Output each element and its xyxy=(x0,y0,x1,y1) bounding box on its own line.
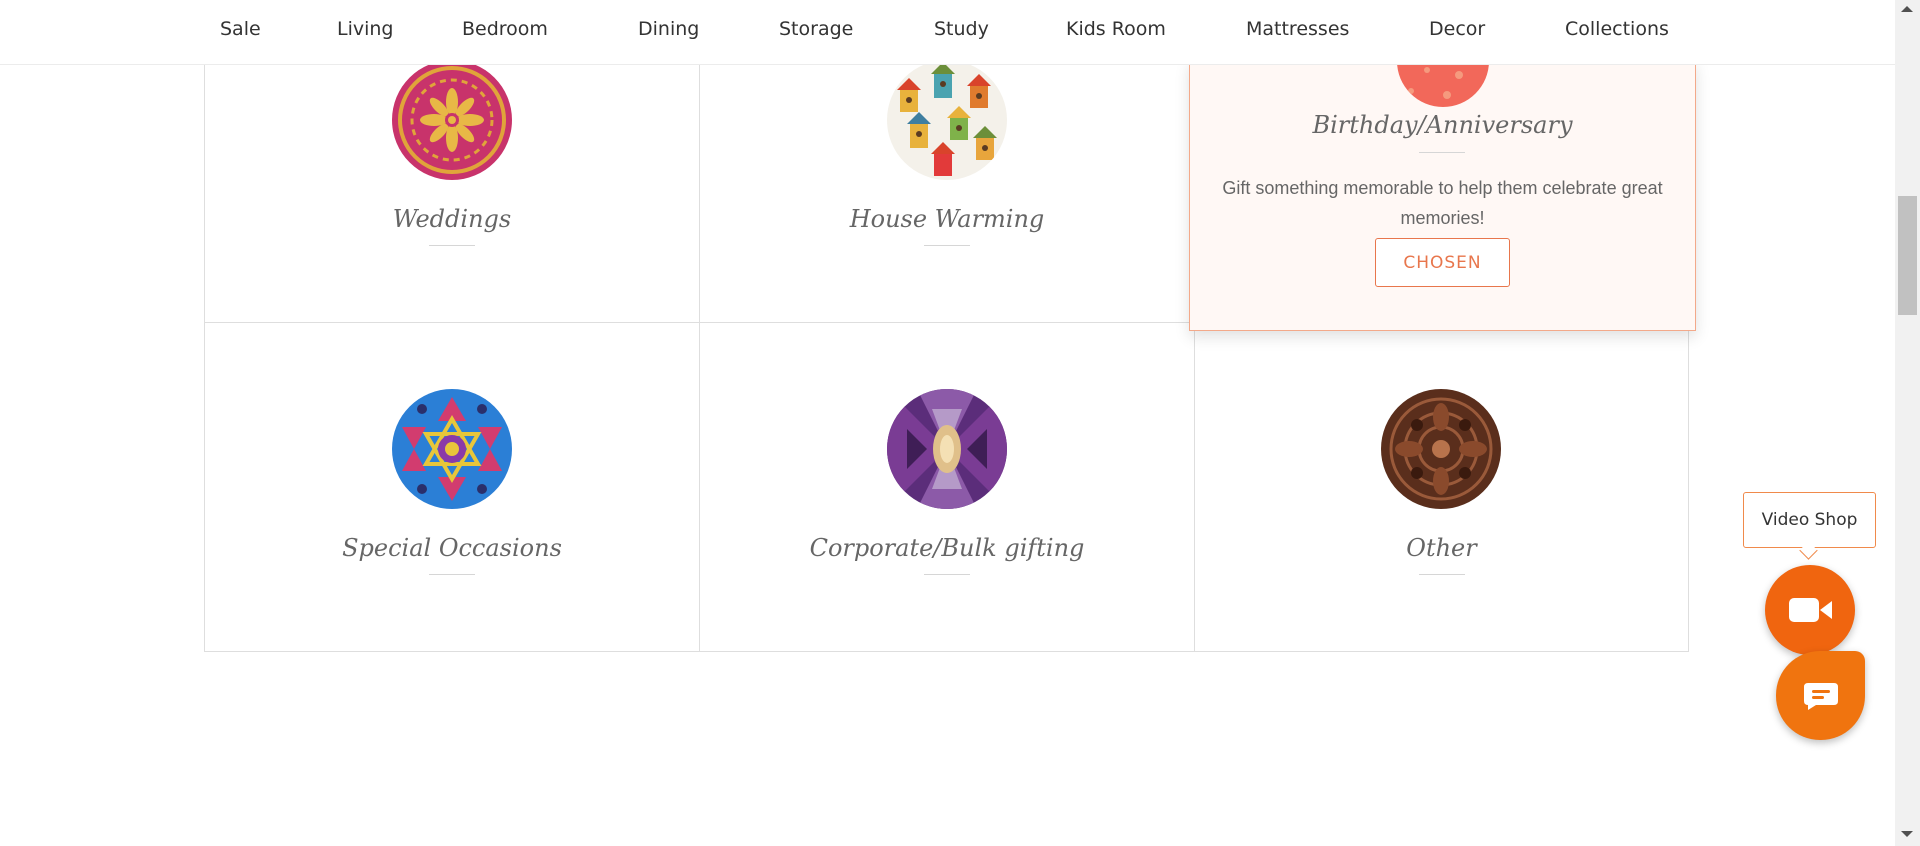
nav-item-storage[interactable]: Storage xyxy=(779,18,853,40)
chosen-button[interactable]: CHOSEN xyxy=(1375,238,1510,287)
corporate-gifting-thumbnail xyxy=(887,389,1007,509)
occasion-title: Special Occasions xyxy=(342,534,562,562)
category-nav: Sale Living Bedroom Dining Storage Study… xyxy=(0,0,1895,65)
nav-item-kids-room[interactable]: Kids Room xyxy=(1066,18,1166,40)
occasion-title: Weddings xyxy=(392,205,512,233)
special-occasions-thumbnail xyxy=(392,389,512,509)
title-underline xyxy=(429,245,475,246)
video-camera-icon xyxy=(1789,596,1833,629)
scrollbar-thumb[interactable] xyxy=(1898,196,1917,315)
title-underline xyxy=(924,574,970,575)
nav-item-bedroom[interactable]: Bedroom xyxy=(462,18,548,40)
weddings-thumbnail xyxy=(392,60,512,180)
other-thumbnail xyxy=(1381,389,1501,509)
occasion-corporate-gifting[interactable]: Corporate/Bulk gifting xyxy=(700,323,1194,651)
nav-item-collections[interactable]: Collections xyxy=(1565,18,1669,40)
title-underline xyxy=(1419,152,1465,153)
birthday-thumbnail xyxy=(1397,61,1489,107)
scrollbar-track[interactable] xyxy=(1895,0,1920,846)
video-shop-tooltip[interactable]: Video Shop xyxy=(1743,492,1876,548)
scroll-down-icon[interactable] xyxy=(1901,831,1913,837)
scroll-up-icon[interactable] xyxy=(1901,6,1913,12)
occasion-title: Birthday/Anniversary xyxy=(1312,111,1573,139)
nav-item-dining[interactable]: Dining xyxy=(638,18,699,40)
nav-item-sale[interactable]: Sale xyxy=(220,18,261,40)
occasion-title: Other xyxy=(1406,534,1477,562)
occasion-house-warming[interactable]: House Warming xyxy=(700,60,1194,322)
occasion-other[interactable]: Other xyxy=(1195,323,1688,651)
nav-item-living[interactable]: Living xyxy=(337,18,394,40)
occasion-title: House Warming xyxy=(849,205,1045,233)
title-underline xyxy=(429,574,475,575)
occasion-description: Gift something memorable to help them ce… xyxy=(1222,178,1663,228)
title-underline xyxy=(924,245,970,246)
occasion-special-occasions[interactable]: Special Occasions xyxy=(205,323,699,651)
chat-button[interactable] xyxy=(1776,651,1865,740)
occasion-weddings[interactable]: Weddings xyxy=(205,60,699,322)
nav-item-decor[interactable]: Decor xyxy=(1429,18,1485,40)
video-shop-button[interactable] xyxy=(1765,565,1855,655)
title-underline xyxy=(1419,574,1465,575)
chat-bubble-icon xyxy=(1802,681,1840,716)
house-warming-thumbnail xyxy=(887,60,1007,180)
occasion-birthday-anniversary[interactable]: Birthday/Anniversary Gift something memo… xyxy=(1189,60,1696,331)
nav-item-study[interactable]: Study xyxy=(934,18,989,40)
nav-item-mattresses[interactable]: Mattresses xyxy=(1246,18,1349,40)
occasion-title: Corporate/Bulk gifting xyxy=(809,534,1085,562)
